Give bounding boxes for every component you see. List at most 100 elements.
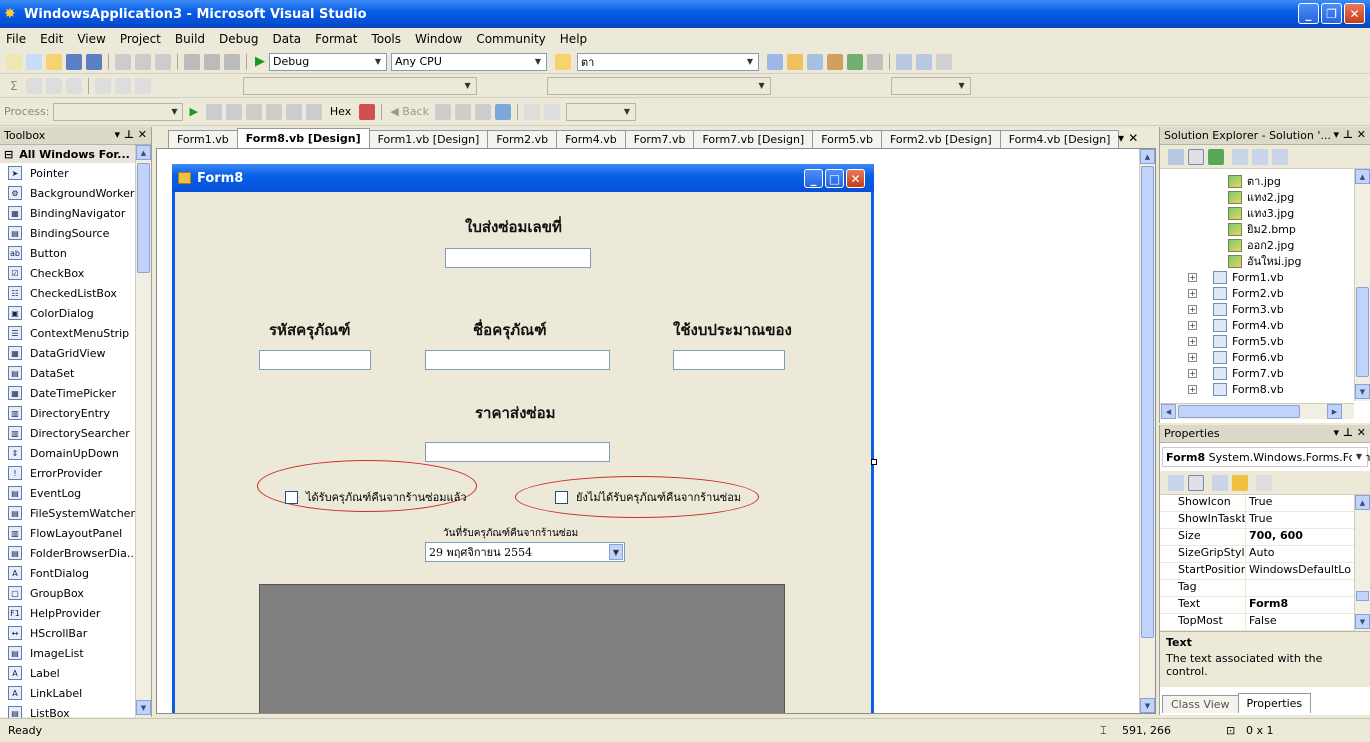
- property-row[interactable]: ShowInTaskbarTrue: [1160, 512, 1354, 529]
- tab-class-view[interactable]: Class View: [1162, 695, 1239, 713]
- properties-view-icon[interactable]: [1212, 474, 1228, 491]
- tree-item-image[interactable]: ออก2.jpg: [1160, 237, 1352, 253]
- scroll-up-icon[interactable]: ▲: [1355, 169, 1370, 184]
- toolbox-item[interactable]: ⚙ BackgroundWorker: [0, 183, 151, 203]
- tree-item-image[interactable]: ยิม2.bmp: [1160, 221, 1352, 237]
- toolbox-item[interactable]: ▤ EventLog: [0, 483, 151, 503]
- toolbox-item[interactable]: ▥ FlowLayoutPanel: [0, 523, 151, 543]
- web-icon[interactable]: [494, 103, 511, 120]
- scroll-thumb[interactable]: [1356, 287, 1369, 377]
- panel-controls[interactable]: ▾ ⊥ ✕: [1334, 426, 1366, 439]
- breakpoint-icon[interactable]: [359, 103, 376, 120]
- price-input[interactable]: [425, 442, 610, 462]
- stop-browse-icon[interactable]: [454, 103, 471, 120]
- document-tab[interactable]: Form5.vb: [812, 130, 882, 148]
- grid-icon[interactable]: [916, 53, 932, 70]
- scroll-down-icon[interactable]: ▼: [136, 700, 151, 715]
- toolbox-item[interactable]: ☷ CheckedListBox: [0, 283, 151, 303]
- toolbox-item[interactable]: A LinkLabel: [0, 683, 151, 703]
- menu-help[interactable]: Help: [560, 32, 587, 46]
- navigate-icon[interactable]: [224, 53, 240, 70]
- copy-icon[interactable]: [135, 53, 151, 70]
- repair-no-input[interactable]: [445, 248, 591, 268]
- continue-icon[interactable]: ▶: [189, 105, 197, 118]
- tree-item-image[interactable]: อันใหม่.jpg: [1160, 253, 1352, 269]
- menu-project[interactable]: Project: [120, 32, 161, 46]
- font-name-combo[interactable]: ▼: [242, 76, 477, 95]
- zoom-combo[interactable]: ▼: [565, 102, 636, 121]
- name-input[interactable]: [425, 350, 610, 370]
- step-out-icon[interactable]: [305, 103, 322, 120]
- tree-item-image[interactable]: แทง3.jpg: [1160, 205, 1352, 221]
- document-tab[interactable]: Form4.vb [Design]: [999, 130, 1120, 148]
- expand-icon[interactable]: +: [1188, 304, 1197, 314]
- find-in-files-icon[interactable]: [555, 53, 571, 70]
- toolbox-icon[interactable]: [827, 53, 843, 70]
- menu-tools[interactable]: Tools: [371, 32, 401, 46]
- toolbox-item[interactable]: ab Button: [0, 243, 151, 263]
- size-icon[interactable]: [114, 77, 131, 94]
- toolbox-item[interactable]: ▤ FolderBrowserDia...: [0, 543, 151, 563]
- layout-icon[interactable]: [896, 53, 912, 70]
- chart-icon[interactable]: [65, 77, 82, 94]
- scroll-up-icon[interactable]: ▲: [1355, 495, 1370, 510]
- step-over-icon[interactable]: [285, 103, 302, 120]
- menu-view[interactable]: View: [77, 32, 105, 46]
- tree-item-form[interactable]: + Form7.vb: [1160, 365, 1352, 381]
- expand-icon[interactable]: +: [1188, 384, 1197, 394]
- toolbox-item[interactable]: ▦ BindingNavigator: [0, 203, 151, 223]
- scroll-up-icon[interactable]: ▲: [136, 145, 151, 160]
- open-folder-icon[interactable]: [46, 53, 62, 70]
- format-icon[interactable]: [936, 53, 952, 70]
- categorized-icon[interactable]: [1168, 474, 1184, 491]
- toolbox-scrollbar[interactable]: ▲ ▼: [135, 145, 151, 717]
- menu-format[interactable]: Format: [315, 32, 357, 46]
- tab-controls[interactable]: ▾ ✕: [1118, 131, 1138, 145]
- tree-item-form[interactable]: + Form2.vb: [1160, 285, 1352, 301]
- scroll-thumb[interactable]: [1356, 591, 1369, 601]
- toolbox-item[interactable]: ▤ FileSystemWatcher: [0, 503, 151, 523]
- toolbox-item[interactable]: ☑ CheckBox: [0, 263, 151, 283]
- not-received-checkbox[interactable]: ยังไม่ได้รับครุภัณฑ์คืนจากร้านซ่อม: [555, 488, 741, 506]
- expand-icon[interactable]: +: [1188, 368, 1197, 378]
- start-page-icon[interactable]: [847, 53, 863, 70]
- form-close-button[interactable]: ✕: [846, 169, 865, 188]
- object-browser-icon[interactable]: [807, 53, 823, 70]
- refresh-icon[interactable]: [474, 103, 491, 120]
- cut-icon[interactable]: [115, 53, 131, 70]
- start-debug-icon[interactable]: ▶: [255, 54, 265, 69]
- document-tab[interactable]: Form4.vb: [556, 130, 626, 148]
- configuration-select[interactable]: Debug ▼: [269, 52, 387, 71]
- designer-scrollbar[interactable]: ▲ ▼: [1139, 149, 1155, 713]
- property-row[interactable]: ShowIcon True: [1160, 495, 1354, 512]
- toolbox-item[interactable]: ▥ DirectorySearcher: [0, 423, 151, 443]
- property-row[interactable]: Size 700, 600: [1160, 529, 1354, 546]
- document-tab[interactable]: Form8.vb [Design]: [236, 128, 370, 148]
- properties-icon[interactable]: [1168, 148, 1184, 165]
- align-center-icon[interactable]: [45, 77, 62, 94]
- save-icon[interactable]: [66, 53, 82, 70]
- refresh-icon[interactable]: [1208, 148, 1224, 165]
- expand-icon[interactable]: +: [1188, 336, 1197, 346]
- solution-hscrollbar[interactable]: ◀ ▶: [1160, 403, 1354, 419]
- show-all-files-icon[interactable]: [1188, 148, 1204, 165]
- expand-icon[interactable]: +: [1188, 288, 1197, 298]
- back-button[interactable]: ◀ Back: [390, 105, 429, 118]
- events-icon[interactable]: [1232, 474, 1248, 491]
- menu-build[interactable]: Build: [175, 32, 205, 46]
- paste-icon[interactable]: [155, 53, 171, 70]
- budget-input[interactable]: [673, 350, 785, 370]
- property-row[interactable]: Tag: [1160, 580, 1354, 597]
- property-row[interactable]: SizeGripStyle Auto: [1160, 546, 1354, 563]
- toolbox-item[interactable]: F1 HelpProvider: [0, 603, 151, 623]
- alphabetical-icon[interactable]: [1188, 474, 1204, 491]
- toolbox-item[interactable]: ↔ HScrollBar: [0, 623, 151, 643]
- tree-item-image[interactable]: ตา.jpg: [1160, 173, 1352, 189]
- maximize-button[interactable]: ❐: [1321, 3, 1342, 24]
- properties-scrollbar[interactable]: ▲ ▼: [1354, 495, 1370, 631]
- tree-item-form[interactable]: + Form4.vb: [1160, 317, 1352, 333]
- zoom-out-icon[interactable]: [543, 103, 560, 120]
- menu-file[interactable]: File: [6, 32, 26, 46]
- pause-icon[interactable]: [205, 103, 222, 120]
- property-row[interactable]: StartPosition WindowsDefaultLo: [1160, 563, 1354, 580]
